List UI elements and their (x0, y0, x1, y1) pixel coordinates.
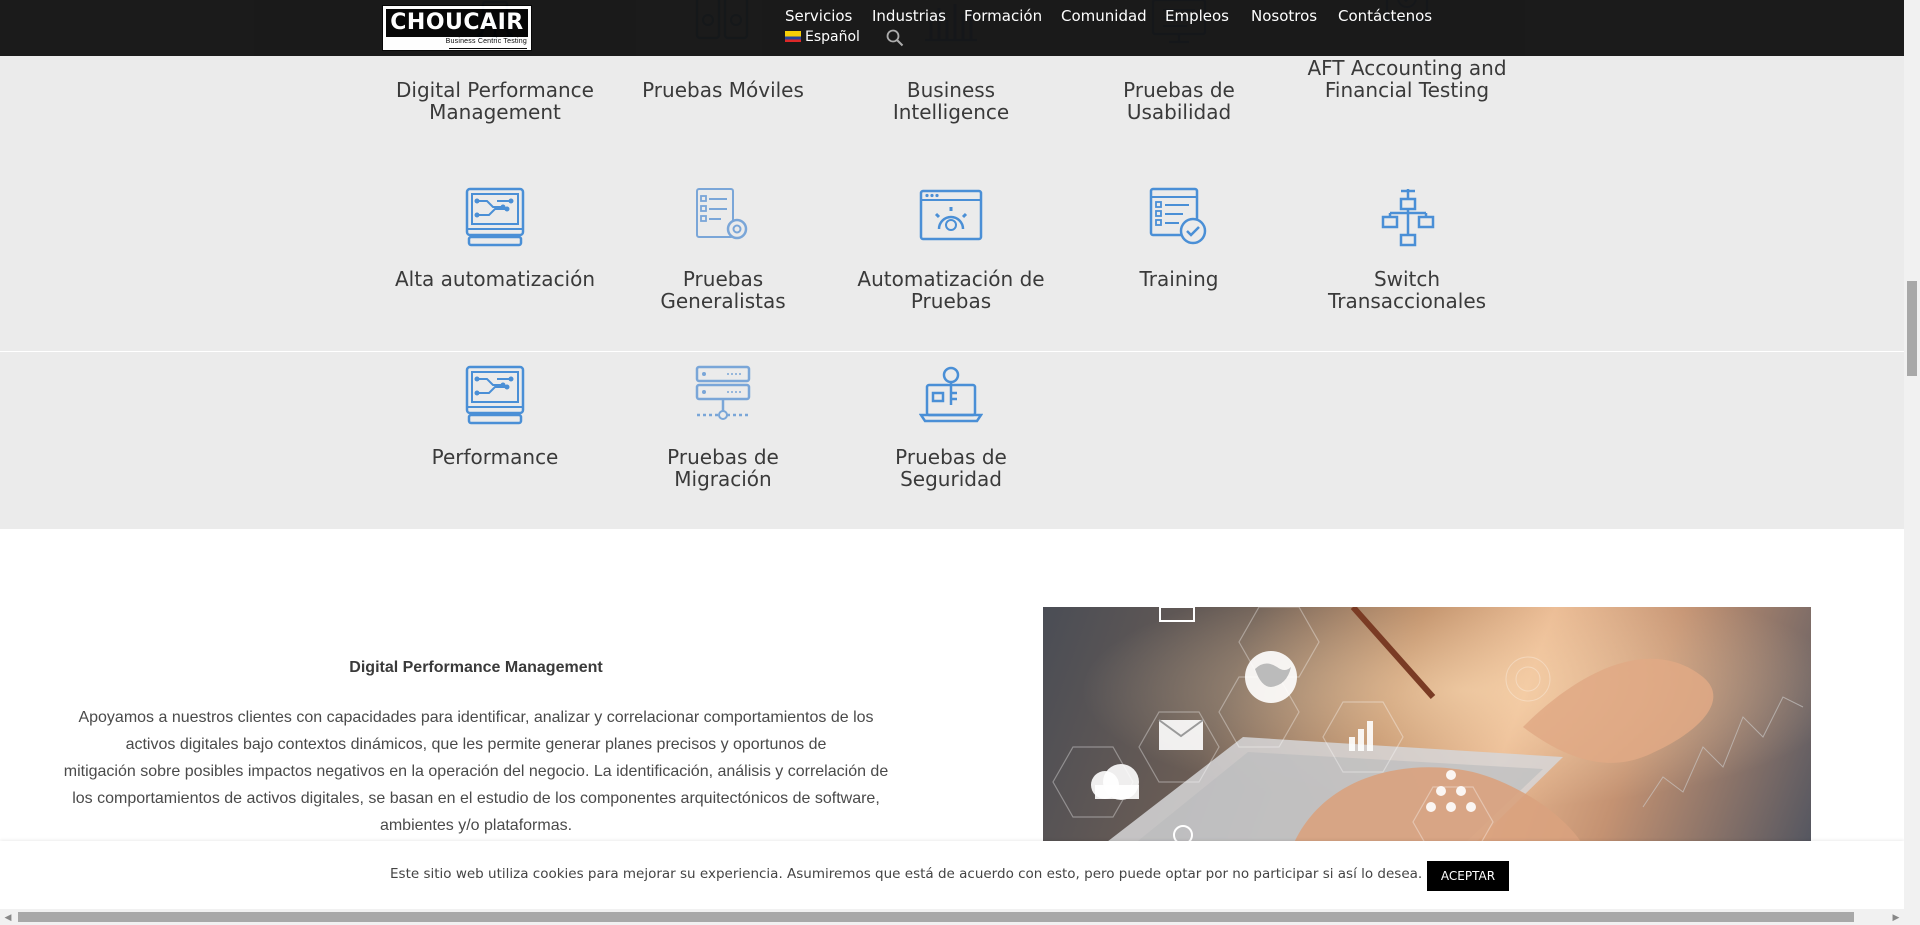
service-card[interactable]: Pruebas Generalistas (618, 185, 828, 312)
service-card[interactable]: Training (1074, 185, 1284, 290)
services-section: Digital Performance Management Pruebas Mó… (0, 0, 1904, 529)
service-label-line: Financial Testing (1324, 78, 1490, 102)
service-label-line: Automatización de (857, 267, 1045, 291)
nav-item-comunidad[interactable]: Comunidad (1061, 6, 1147, 26)
service-label: Pruebas de Migración (618, 446, 828, 490)
service-card[interactable]: Switch Transaccionales (1302, 185, 1512, 312)
horizontal-scroll-thumb[interactable] (18, 912, 1854, 922)
checklist-gear-icon (696, 188, 748, 240)
service-label-line: Pruebas de (895, 445, 1007, 469)
nav-item-industrias[interactable]: Industrias (872, 6, 946, 26)
scroll-right-arrow-icon[interactable]: ▶ (1890, 911, 1902, 923)
detail-line: Apoyamos a nuestros clientes con capacid… (78, 709, 874, 726)
service-label-line: Switch (1373, 267, 1441, 291)
language-label: Español (805, 29, 860, 45)
service-label-line: Pruebas de Migración (667, 445, 779, 491)
detail-body: Apoyamos a nuestros clientes con capacid… (62, 704, 890, 839)
nav-item-servicios[interactable]: Servicios (785, 6, 852, 26)
browser-gear-icon (919, 189, 983, 241)
service-label-line: Business Intelligence (892, 78, 1010, 124)
search-icon[interactable] (886, 29, 904, 47)
logo-underline (449, 48, 527, 49)
service-label: Automatización de Pruebas (846, 268, 1056, 312)
checklist-approved-icon (1149, 187, 1207, 245)
vertical-scrollbar[interactable] (1904, 0, 1920, 925)
photo-overlay-graphics (1043, 607, 1811, 845)
service-label: Business Intelligence (846, 79, 1056, 123)
circuit-monitor-icon (465, 187, 525, 247)
nav-item-empleos[interactable]: Empleos (1165, 6, 1229, 26)
scroll-left-arrow-icon[interactable]: ◀ (2, 911, 14, 923)
service-label-line: Pruebas (910, 289, 992, 313)
hero-photo-laptop-hands (1043, 607, 1811, 845)
logo-wordmark: CHOUCAIR (386, 9, 528, 37)
nav-item-contactenos[interactable]: Contáctenos (1338, 6, 1432, 26)
language-selector[interactable]: Español (785, 29, 860, 45)
service-label: Pruebas Móviles (618, 79, 828, 101)
service-label-line: Digital Performance (396, 78, 594, 102)
vertical-scroll-thumb[interactable] (1907, 281, 1917, 376)
service-label: Performance (390, 446, 600, 468)
laptop-key-icon (919, 366, 983, 423)
circuit-monitor-icon (465, 365, 525, 425)
service-label-line: Training (1139, 267, 1219, 291)
detail-line: activos digitales bajo contextos dinámic… (125, 736, 827, 753)
colombia-flag-icon (785, 31, 801, 42)
service-label: Pruebas de Seguridad (846, 446, 1056, 490)
detail-line: mitigación sobre posibles impactos negat… (63, 763, 889, 780)
service-label-line: Pruebas Móviles (642, 78, 804, 102)
flowchart-icon (1381, 189, 1435, 247)
service-label-line: Transaccionales (1327, 289, 1487, 313)
top-nav-bar: CHOUCAIR Business Centric Testing Servic… (0, 0, 1904, 56)
service-label-line: Pruebas Generalistas (660, 267, 786, 313)
service-card[interactable]: Pruebas de Migración (618, 363, 828, 490)
service-label: Training (1074, 268, 1284, 290)
nav-item-nosotros[interactable]: Nosotros (1251, 6, 1317, 26)
service-label: AFT Accounting and Financial Testing (1302, 57, 1512, 101)
detail-line: ambientes y/o plataformas. (379, 817, 573, 834)
service-label: Switch Transaccionales (1302, 268, 1512, 312)
service-card[interactable]: Alta automatización (390, 185, 600, 290)
service-label-line: Performance (431, 445, 559, 469)
service-label-line: Alta automatización (394, 267, 596, 291)
accept-cookies-button[interactable]: ACEPTAR (1427, 861, 1509, 891)
section-divider (0, 351, 1904, 352)
cookie-consent-bar: Este sitio web utiliza cookies para mejo… (0, 841, 1904, 909)
service-label-line: Usabilidad (1126, 100, 1232, 124)
service-label-line: AFT Accounting and (1307, 56, 1507, 80)
service-label: Pruebas de Usabilidad (1074, 79, 1284, 123)
service-label-line: Pruebas de (1123, 78, 1235, 102)
service-label: Pruebas Generalistas (618, 268, 828, 312)
detail-title: Digital Performance Management (349, 659, 603, 676)
logo[interactable]: CHOUCAIR Business Centric Testing (382, 5, 532, 51)
server-stack-icon (695, 365, 751, 420)
horizontal-scrollbar[interactable]: ◀ ▶ (0, 909, 1904, 925)
service-label: Alta automatización (390, 268, 600, 290)
logo-tagline: Business Centric Testing (445, 38, 527, 45)
cookie-message: Este sitio web utiliza cookies para mejo… (390, 866, 1423, 882)
service-label: Digital Performance Management (390, 79, 600, 123)
service-card[interactable]: Pruebas de Seguridad (846, 363, 1056, 490)
service-label-line: Seguridad (900, 467, 1002, 491)
service-card[interactable]: Automatización de Pruebas (846, 185, 1056, 312)
service-card[interactable]: Performance (390, 363, 600, 468)
service-label-line: Management (429, 100, 561, 124)
nav-item-formacion[interactable]: Formación (964, 6, 1042, 26)
detail-line: los comportamientos de activos digitales… (72, 790, 880, 807)
